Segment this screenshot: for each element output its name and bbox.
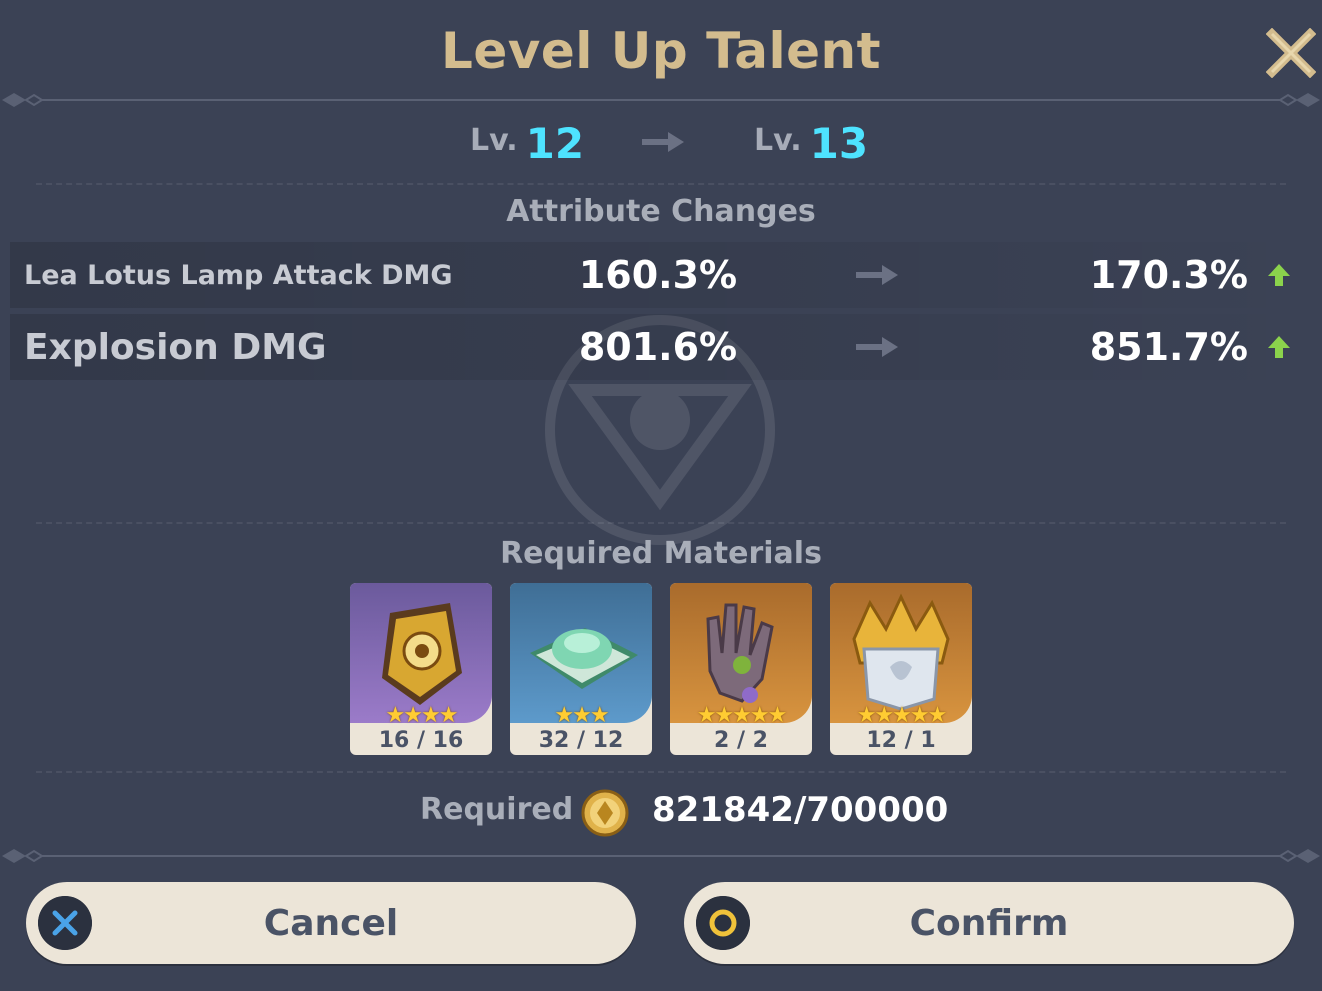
attribute-old-value: 160.3% [578, 253, 738, 297]
puppet-hand-icon [670, 583, 812, 723]
attribute-arrow-icon [856, 337, 898, 357]
next-level-value: 13 [809, 119, 869, 168]
level-row: Lv. 12 Lv. 13 [0, 112, 1322, 168]
divider-line [36, 522, 1286, 524]
bottom-divider [2, 849, 1320, 863]
attribute-row: Lea Lotus Lamp Attack DMG 160.3% 170.3% [10, 242, 1310, 308]
material-rarity-stars: ★★★★★ [856, 703, 948, 728]
current-level-label: Lv. [470, 123, 518, 158]
dialog-title: Level Up Talent [440, 22, 882, 80]
next-level-label: Lv. [754, 123, 802, 158]
crystal-tray-icon [510, 583, 652, 723]
next-level: Lv. 13 [754, 112, 868, 168]
material-rarity-stars: ★★★★★ [696, 703, 788, 728]
mora-coin-icon [581, 789, 629, 837]
materials-list: ★★★★ 16 / 16 ★★★ 32 / 12 ★★★★★ 2 / 2 ★★★… [350, 583, 972, 755]
confirm-button-label: Confirm [909, 902, 1069, 944]
material-rarity-stars: ★★★ [554, 703, 609, 728]
material-count: 32 / 12 [538, 728, 624, 753]
material-count: 16 / 16 [378, 728, 464, 753]
required-materials-heading: Required Materials [500, 536, 822, 571]
level-arrow-icon [642, 132, 684, 152]
current-level-value: 12 [525, 119, 585, 168]
material-count: 2 / 2 [714, 728, 768, 753]
material-rarity-stars: ★★★★ [385, 703, 459, 728]
material-card[interactable]: ★★★★ 16 / 16 [350, 583, 492, 755]
attribute-new-value: 170.3% [1089, 253, 1248, 297]
attribute-row: Explosion DMG 801.6% 851.7% [10, 314, 1310, 380]
material-card[interactable]: ★★★★★ 12 / 1 [830, 583, 972, 755]
confirm-button[interactable]: Confirm [684, 882, 1294, 964]
material-card[interactable]: ★★★ 32 / 12 [510, 583, 652, 755]
attribute-arrow-icon [856, 265, 898, 285]
current-level: Lv. 12 [470, 112, 584, 168]
cancel-button-label: Cancel [263, 902, 399, 944]
close-icon[interactable] [1266, 28, 1316, 78]
attribute-old-value: 801.6% [578, 325, 738, 369]
mora-cost-row: Required 821842/700000 [0, 782, 1322, 838]
divider-line [36, 183, 1286, 185]
material-card[interactable]: ★★★★★ 2 / 2 [670, 583, 812, 755]
mora-amount: 821842/700000 [652, 790, 949, 830]
mora-required-label: Required [420, 792, 574, 827]
attribute-name: Lea Lotus Lamp Attack DMG [24, 259, 453, 291]
talent-book-icon [350, 583, 492, 723]
attribute-name: Explosion DMG [24, 326, 327, 368]
increase-arrow-icon [1268, 264, 1290, 286]
crown-icon [830, 583, 972, 723]
attribute-new-value: 851.7% [1089, 325, 1248, 369]
attribute-changes-heading: Attribute Changes [506, 194, 816, 229]
material-count: 12 / 1 [866, 728, 936, 753]
top-divider [2, 93, 1320, 107]
cancel-button[interactable]: Cancel [26, 882, 636, 964]
increase-arrow-icon [1268, 336, 1290, 358]
divider-line [36, 771, 1286, 773]
